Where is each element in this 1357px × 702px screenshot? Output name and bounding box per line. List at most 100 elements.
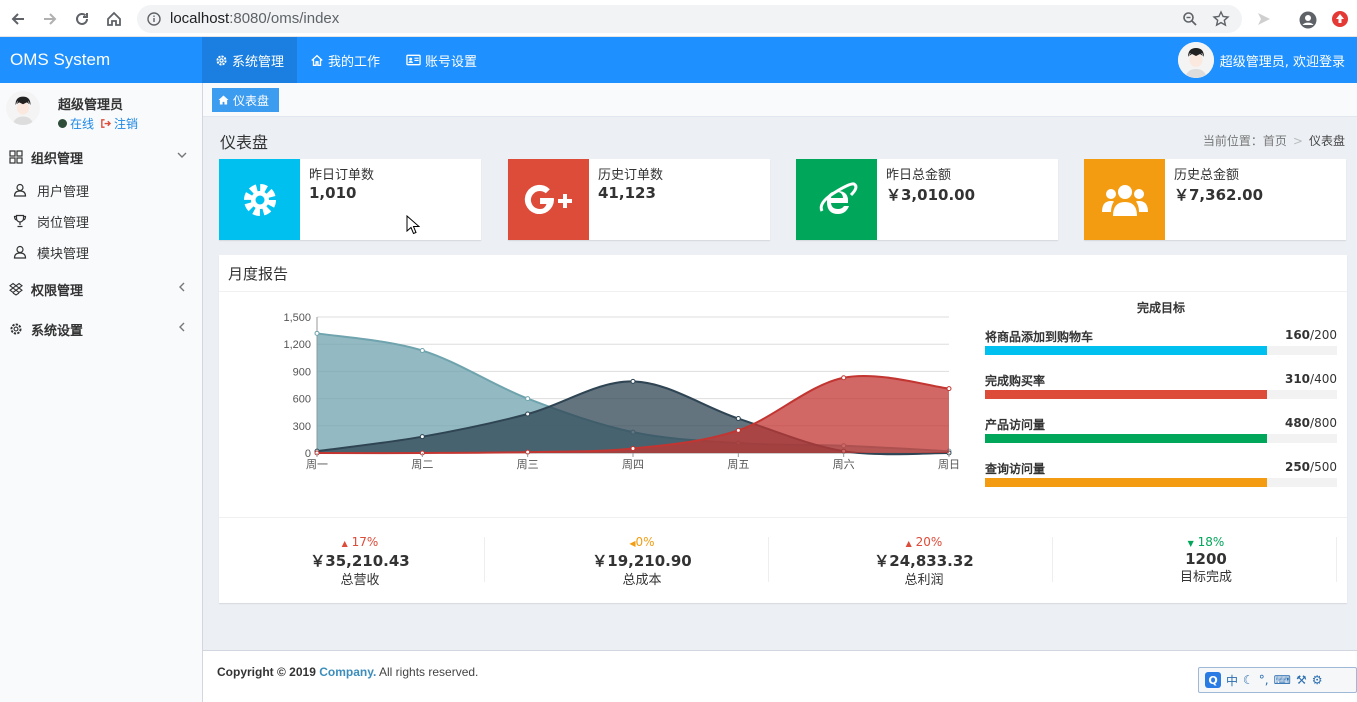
stat-percent: ▼ 18% <box>1187 535 1225 549</box>
menu-group-system-settings[interactable]: 系统设置 <box>0 311 202 347</box>
reload-button[interactable] <box>72 9 92 29</box>
nav-account-settings[interactable]: 账号设置 <box>393 37 490 83</box>
nav-my-work[interactable]: 我的工作 <box>297 37 393 83</box>
y-tick-label: 300 <box>293 421 311 433</box>
caret-down-icon: ▼ <box>1187 539 1194 548</box>
brand-logo[interactable]: OMS System <box>0 37 202 83</box>
data-point[interactable] <box>314 330 320 336</box>
tools-icon[interactable]: ⚒ <box>1296 673 1307 687</box>
y-tick-label: 600 <box>293 394 311 406</box>
sidebar-item-module-management[interactable]: 模块管理 <box>0 237 202 267</box>
monthly-report: 月度报告 0 300 600 900 1,200 1,500 周一 周二 周三 周四 周五 周六 周日 … <box>219 255 1347 603</box>
data-point[interactable] <box>525 411 531 417</box>
data-point[interactable] <box>946 386 952 392</box>
keyboard-icon[interactable]: ⌨ <box>1274 673 1291 687</box>
google-plus-icon <box>508 159 589 240</box>
data-point[interactable] <box>419 348 425 354</box>
progress-bar <box>985 478 1337 487</box>
tab-bar: 仪表盘 <box>203 83 1357 117</box>
online-status: 在线 <box>58 115 94 132</box>
menu-group-organization[interactable]: 组织管理 <box>0 139 202 175</box>
x-tick-label: 周二 <box>411 458 433 471</box>
company-link[interactable]: Company. <box>319 665 376 679</box>
gear-icon <box>10 323 22 335</box>
address-bar[interactable]: localhost:8080/oms/index <box>137 5 1242 33</box>
grid-icon <box>9 150 23 164</box>
avatar-image <box>6 91 40 125</box>
goal-item: 完成购买率 310/400 <box>985 372 1337 416</box>
stat-total-cost: ◀0% ￥19,210.90 总成本 <box>501 535 783 588</box>
arrow-right-icon <box>44 13 57 25</box>
y-tick-label: 1,200 <box>283 339 311 351</box>
data-point[interactable] <box>735 427 741 433</box>
home-button[interactable] <box>104 9 124 29</box>
menu-group-permissions[interactable]: 权限管理 <box>0 271 202 307</box>
divider <box>1336 537 1337 582</box>
zoom-icon[interactable] <box>1182 11 1198 27</box>
home-icon <box>107 11 121 26</box>
stat-total-profit: ▲ 20% ￥24,833.32 总利润 <box>783 535 1065 588</box>
progress-fill <box>985 346 1267 355</box>
trophy-icon <box>13 214 27 228</box>
data-point[interactable] <box>419 434 425 440</box>
data-point[interactable] <box>630 445 636 451</box>
y-tick-label: 900 <box>293 366 311 378</box>
breadcrumb-separator: > <box>1292 134 1303 148</box>
mouse-cursor-icon <box>406 215 420 235</box>
info-box-history-orders: 历史订单数 41,123 <box>508 159 770 240</box>
divider <box>219 517 1347 518</box>
extension-icon[interactable] <box>1255 10 1273 28</box>
main-content: 仪表盘 仪表盘 当前位置：首页 > 仪表盘 昨日订单数 1,010 历史订单数 41… <box>203 83 1357 650</box>
progress-fill <box>985 390 1267 399</box>
back-button[interactable] <box>8 9 28 29</box>
account-icon[interactable] <box>1298 10 1318 30</box>
moon-icon[interactable]: ☾ <box>1243 673 1254 687</box>
browser-toolbar: localhost:8080/oms/index <box>0 0 1357 37</box>
x-tick-label: 周三 <box>517 458 539 471</box>
data-point[interactable] <box>525 396 531 402</box>
divider <box>484 537 485 582</box>
ime-toolbar[interactable]: Q 中 ☾ °, ⌨ ⚒ ⚙ <box>1198 667 1357 693</box>
ime-language[interactable]: 中 <box>1226 672 1238 689</box>
caret-up-icon: ▲ <box>341 539 348 548</box>
sidebar-item-user-management[interactable]: 用户管理 <box>0 175 202 205</box>
user-status: 在线 注销 <box>58 115 138 132</box>
user-name: 超级管理员 <box>58 98 124 113</box>
internet-explorer-icon <box>796 159 877 240</box>
bookmark-star-icon[interactable] <box>1212 10 1230 28</box>
nav-system-management[interactable]: 系统管理 <box>202 37 298 83</box>
data-point[interactable] <box>735 416 741 422</box>
stat-total-revenue: ▲ 17% ￥35,210.43 总营收 <box>219 535 501 588</box>
update-icon[interactable] <box>1331 10 1349 28</box>
progress-bar <box>985 346 1337 355</box>
arrow-left-icon <box>11 13 24 25</box>
user-icon <box>13 245 27 259</box>
user-menu[interactable]: 超级管理员, 欢迎登录 <box>1177 37 1345 83</box>
logout-link[interactable]: 注销 <box>100 115 138 132</box>
home-icon <box>218 95 229 105</box>
user-icon <box>13 183 27 197</box>
goals-panel: 完成目标 将商品添加到购物车 160/200 完成购买率 310/400 产品访… <box>985 299 1337 504</box>
sidebar-item-position-management[interactable]: 岗位管理 <box>0 206 202 236</box>
progress-fill <box>985 478 1267 487</box>
punctuation-icon[interactable]: °, <box>1259 673 1269 687</box>
stat-percent: ▲ 17% <box>341 535 379 549</box>
report-title: 月度报告 <box>228 265 289 283</box>
data-point[interactable] <box>630 378 636 384</box>
tab-dashboard[interactable]: 仪表盘 <box>212 88 280 112</box>
sign-out-icon <box>101 119 112 128</box>
dropbox-icon <box>9 282 23 296</box>
x-tick-label: 周六 <box>833 458 855 471</box>
data-point[interactable] <box>841 375 847 381</box>
chevron-down-icon <box>177 152 187 158</box>
settings-icon[interactable]: ⚙ <box>1312 673 1323 687</box>
chevron-left-icon <box>179 282 185 292</box>
forward-button[interactable] <box>40 9 60 29</box>
x-tick-label: 周日 <box>938 458 960 471</box>
x-tick-label: 周四 <box>622 458 644 471</box>
area-chart: 0 300 600 900 1,200 1,500 周一 周二 周三 周四 周五 周六 周日 <box>239 301 969 511</box>
progress-bar <box>985 434 1337 443</box>
breadcrumb-home[interactable]: 当前位置：首页 <box>1203 134 1287 148</box>
url-text: localhost:8080/oms/index <box>170 10 340 27</box>
stat-percent: ◀0% <box>629 535 655 549</box>
